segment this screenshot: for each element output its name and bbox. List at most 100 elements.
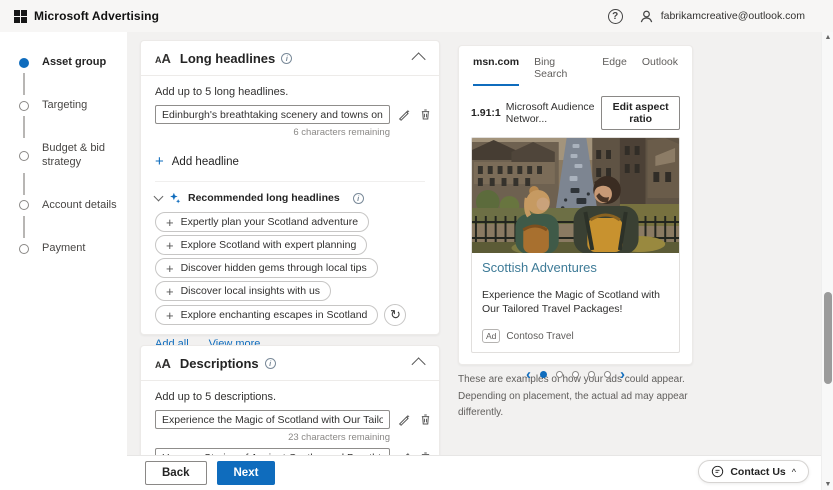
delete-icon[interactable]: [419, 413, 432, 427]
sparkle-icon: [170, 192, 181, 204]
section-title: Long headlines: [179, 50, 276, 66]
add-headline-button[interactable]: + Add headline: [155, 154, 425, 169]
carousel-dot-1[interactable]: [540, 371, 547, 379]
step-label: Asset group: [42, 56, 107, 68]
descriptions-hint: Add up to 5 descriptions.: [155, 391, 277, 403]
tab-bing-search[interactable]: Bing Search: [534, 56, 587, 86]
network-label: Microsoft Audience Networ...: [505, 101, 595, 125]
ad-preview-panel: msn.com Bing Search Edge Outlook 1.91:1 …: [458, 45, 693, 382]
suggestion-pill[interactable]: + Explore Scotland with expert planning: [155, 235, 368, 255]
scroll-down-icon[interactable]: ▼: [822, 481, 833, 488]
stepper-item-targeting[interactable]: Targeting: [19, 72, 127, 112]
step-label: Account details: [42, 198, 117, 211]
tab-edge[interactable]: Edge: [602, 56, 627, 86]
carousel-dot-4[interactable]: [588, 371, 595, 379]
stepper-item-account-details[interactable]: Account details: [19, 172, 127, 212]
plus-icon: +: [166, 307, 174, 323]
step-dot: [19, 243, 29, 254]
suggestion-pill[interactable]: + Discover hidden gems through local tip…: [155, 258, 378, 278]
headlines-hint: Add up to 5 long headlines.: [155, 86, 289, 98]
edit-aspect-ratio-button[interactable]: Edit aspect ratio: [601, 96, 680, 130]
ad-title: Scottish Adventures: [482, 260, 597, 275]
suggestion-pill[interactable]: + Expertly plan your Scotland adventure: [155, 212, 370, 232]
long-headlines-header: AA Long headlines i: [141, 41, 439, 76]
help-icon[interactable]: ?: [607, 8, 623, 24]
account-email: fabrikamcreative@outlook.com: [660, 10, 805, 22]
long-headlines-card: AA Long headlines i Add up to 5 long hea…: [140, 40, 440, 350]
info-icon[interactable]: i: [352, 192, 364, 204]
rewrite-icon[interactable]: [398, 413, 411, 427]
description-field-row: [155, 410, 430, 429]
app-title: Microsoft Advertising: [34, 9, 160, 23]
step-label: Targeting: [42, 99, 88, 112]
advertiser-name: Contoso Travel: [506, 330, 574, 342]
preview-tabs: msn.com Bing Search Edge Outlook: [459, 46, 692, 86]
aspect-ratio-row: 1.91:1 Microsoft Audience Networ... Edit…: [459, 86, 692, 130]
caret-up-icon: ^: [791, 466, 796, 477]
expand-chevron-icon[interactable]: [153, 191, 164, 202]
characters-remaining: 23 characters remaining: [288, 432, 390, 443]
delete-icon[interactable]: [419, 108, 432, 122]
text-fields-icon: AA: [155, 355, 171, 371]
next-button[interactable]: Next: [216, 461, 276, 485]
carousel-next-icon[interactable]: ›: [620, 367, 625, 382]
descriptions-header: AA Descriptions i: [141, 346, 439, 381]
microsoft-logo-icon: [14, 9, 27, 23]
plus-icon: +: [166, 283, 174, 299]
suggestion-pill[interactable]: + Explore enchanting escapes in Scotland: [155, 305, 379, 325]
contact-us-button[interactable]: Contact Us ^: [698, 460, 809, 483]
page-scrollbar[interactable]: ▲ ▼: [821, 32, 833, 490]
step-label: Budget & bid strategy: [42, 142, 105, 168]
plus-icon: +: [166, 214, 174, 230]
step-dot: [19, 100, 29, 111]
descriptions-card: AA Descriptions i Add up to 5 descriptio…: [140, 345, 440, 470]
collapse-chevron-icon[interactable]: [411, 357, 426, 372]
carousel-prev-icon[interactable]: ‹: [526, 367, 531, 382]
ad-content: Scottish Adventures Experience the Magic…: [472, 253, 679, 352]
preview-carousel: ‹ ›: [459, 367, 692, 382]
step-label: Payment: [42, 241, 86, 254]
headline-field-row: [155, 105, 430, 124]
section-title: Descriptions: [179, 355, 259, 371]
plus-icon: +: [166, 260, 174, 276]
text-fields-icon: AA: [155, 50, 171, 66]
account-menu[interactable]: fabrikamcreative@outlook.com: [639, 9, 805, 24]
info-icon[interactable]: i: [264, 357, 276, 369]
stepper-item-asset-group[interactable]: Asset group: [19, 56, 127, 69]
microsoft-logo: Microsoft Advertising: [14, 9, 159, 23]
back-button[interactable]: Back: [145, 461, 207, 485]
carousel-dot-3[interactable]: [572, 371, 579, 379]
suggestion-pill[interactable]: + Discover local insights with us: [155, 281, 332, 301]
refresh-icon: ↻: [389, 307, 401, 322]
tab-outlook[interactable]: Outlook: [642, 56, 678, 86]
person-icon: [640, 10, 652, 22]
carousel-dot-5[interactable]: [604, 371, 611, 379]
recommended-title: Recommended long headlines: [188, 192, 340, 204]
stepper-item-payment[interactable]: Payment: [19, 215, 127, 255]
ad-badge: Ad: [482, 329, 501, 344]
characters-remaining: 6 characters remaining: [293, 127, 390, 138]
step-dot: [19, 150, 29, 161]
stepper-item-budget[interactable]: Budget & bid strategy: [19, 116, 127, 168]
headline-input[interactable]: [155, 105, 390, 124]
stepper: Asset group Targeting Budget & bid strat…: [0, 32, 127, 255]
top-bar: Microsoft Advertising ? fabrikamcreative…: [0, 0, 833, 32]
scrollbar-thumb[interactable]: [824, 292, 832, 384]
description-input[interactable]: [155, 410, 390, 429]
carousel-dot-2[interactable]: [556, 371, 563, 379]
chat-icon: [712, 465, 724, 478]
scroll-up-icon[interactable]: ▲: [822, 34, 833, 41]
plus-icon: +: [155, 153, 164, 170]
rewrite-icon[interactable]: [398, 108, 411, 122]
recommended-headlines-section: Recommended long headlines i + Expertly …: [153, 181, 425, 350]
suggestion-list: + Expertly plan your Scotland adventure …: [155, 212, 425, 326]
refresh-suggestions-button[interactable]: ↻: [384, 304, 407, 326]
ad-preview-card: Scottish Adventures Experience the Magic…: [471, 137, 680, 354]
plus-icon: +: [166, 237, 174, 253]
info-icon[interactable]: i: [281, 52, 293, 64]
aspect-ratio-value: 1.91:1: [471, 107, 501, 119]
tab-msn[interactable]: msn.com: [473, 56, 520, 86]
wizard-sidebar: Asset group Targeting Budget & bid strat…: [0, 32, 127, 490]
step-dot-filled: [19, 57, 29, 68]
collapse-chevron-icon[interactable]: [411, 52, 426, 67]
